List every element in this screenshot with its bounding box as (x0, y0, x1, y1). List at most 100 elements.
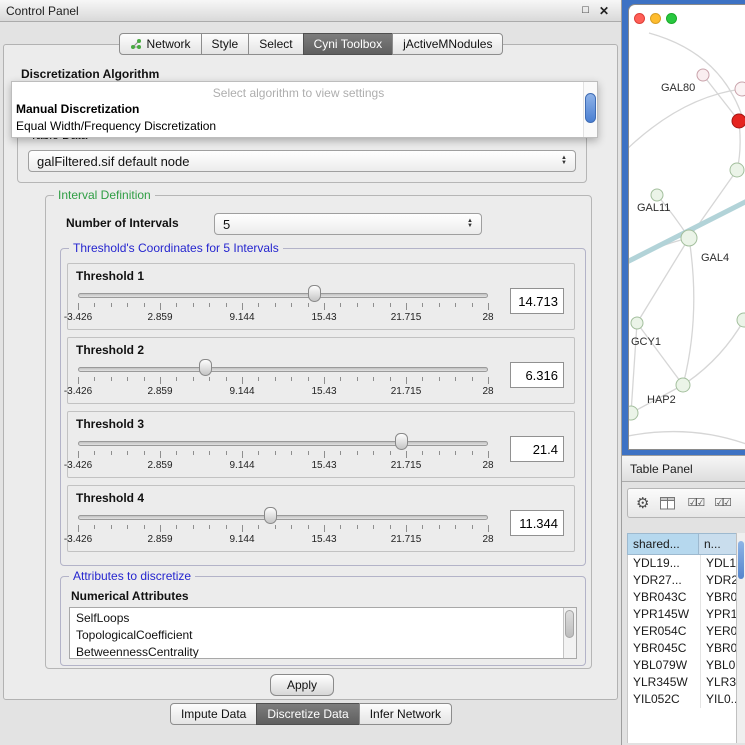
table-row[interactable]: YPR145WYPR1... (628, 606, 737, 623)
close-icon[interactable]: ✕ (599, 5, 609, 17)
table-data-group: Table Data galFiltered.sif default node … (17, 135, 587, 183)
popup-scrollbar[interactable] (583, 82, 597, 137)
table-row[interactable]: YDL19...YDL1... (628, 555, 737, 572)
tab-network[interactable]: Network (119, 33, 202, 55)
tab-cyni-toolbox[interactable]: Cyni Toolbox (303, 33, 393, 55)
tab-impute-data[interactable]: Impute Data (170, 703, 257, 725)
number-of-intervals-label: Number of Intervals (66, 216, 179, 230)
threshold-list: Threshold 1 -3.4262.8599.14415.4321.7152… (61, 249, 585, 552)
column-header-name[interactable]: n... (699, 533, 737, 555)
apply-button[interactable]: Apply (270, 674, 334, 696)
popup-option-equal-width-frequency[interactable]: Equal Width/Frequency Discretization (16, 118, 581, 135)
network-node[interactable] (676, 378, 690, 392)
threshold-value-field[interactable]: 6.316 (510, 362, 564, 388)
number-of-intervals-value: 5 (223, 217, 230, 232)
table-panel-title: Table Panel (630, 462, 693, 476)
slider-ticks (78, 525, 488, 533)
table-row[interactable]: YLR345WYLR3... (628, 674, 737, 691)
attributes-legend: Attributes to discretize (69, 569, 195, 583)
tab-select[interactable]: Select (248, 33, 303, 55)
tab-label: Infer Network (370, 707, 441, 721)
threshold-block: Threshold 3 -3.4262.8599.14415.4321.7152… (67, 411, 575, 478)
numerical-attributes-label: Numerical Attributes (71, 589, 189, 603)
attribute-item[interactable]: BetweennessCentrality (70, 644, 576, 659)
network-tab-icon (130, 38, 142, 50)
control-panel-titlebar[interactable]: Control Panel □ ✕ (0, 0, 621, 22)
slider-scale: -3.4262.8599.14415.4321.71528 (78, 386, 488, 398)
table-row[interactable]: YBR045CYBR0... (628, 640, 737, 657)
gear-icon[interactable]: ⚙ (636, 496, 649, 511)
tab-style[interactable]: Style (201, 33, 250, 55)
table-toolbar: ⚙ ☑☑ ☑☑ (627, 488, 745, 518)
attribute-item[interactable]: TopologicalCoefficient (70, 627, 576, 644)
table-row[interactable]: YBR043CYBR0... (628, 589, 737, 606)
algorithm-dropdown-popup: Select algorithm to view settings Manual… (11, 81, 598, 138)
network-node[interactable] (732, 114, 745, 128)
tab-label: Select (259, 37, 292, 51)
network-node-label: GCY1 (631, 336, 661, 348)
attribute-list-scrollbar-thumb[interactable] (565, 610, 574, 638)
attribute-list-scrollbar[interactable] (563, 608, 576, 658)
network-node[interactable] (697, 69, 709, 81)
attribute-item[interactable]: SelfLoops (70, 610, 576, 627)
network-node[interactable] (651, 189, 663, 201)
threshold-value-field[interactable]: 11.344 (510, 510, 564, 536)
table-scrollbar[interactable] (736, 533, 745, 743)
popup-scrollbar-thumb[interactable] (585, 93, 596, 123)
threshold-slider[interactable]: -3.4262.8599.14415.4321.71528 (76, 507, 494, 551)
threshold-block: Threshold 4 -3.4262.8599.14415.4321.7152… (67, 485, 575, 552)
slider-handle[interactable] (308, 285, 321, 302)
threshold-value-field[interactable]: 21.4 (510, 436, 564, 462)
slider-handle[interactable] (395, 433, 408, 450)
network-edge (629, 89, 742, 155)
attribute-list[interactable]: SelfLoopsTopologicalCoefficientBetweenne… (69, 607, 577, 659)
table-scrollbar-thumb[interactable] (738, 541, 744, 579)
network-node[interactable] (737, 313, 745, 327)
table-data-combobox[interactable]: galFiltered.sif default node ▲▼ (28, 150, 576, 172)
combobox-arrows-icon: ▲▼ (467, 219, 473, 229)
slider-handle-area (78, 359, 488, 377)
network-node[interactable] (681, 230, 697, 246)
table-row[interactable]: YER054CYER0... (628, 623, 737, 640)
number-of-intervals-combobox[interactable]: 5 ▲▼ (214, 213, 482, 235)
table-header: shared... n... (627, 533, 737, 555)
table-rows: YDL19...YDL1...YDR27...YDR2...YBR043CYBR… (627, 555, 737, 743)
columns-icon[interactable] (660, 497, 676, 510)
table-row[interactable]: YDR27...YDR2... (628, 572, 737, 589)
network-node[interactable] (735, 82, 745, 96)
bottom-tab-bar: Impute Data Discretize Data Infer Networ… (0, 703, 622, 725)
slider-scale: -3.4262.8599.14415.4321.71528 (78, 460, 488, 472)
network-view[interactable]: GAL80GAL11GAL4GCY1HAP2 (622, 0, 745, 455)
slider-handle[interactable] (264, 507, 277, 524)
threshold-block: Threshold 1 -3.4262.8599.14415.4321.7152… (67, 263, 575, 330)
threshold-slider[interactable]: -3.4262.8599.14415.4321.71528 (76, 359, 494, 403)
combobox-arrows-icon: ▲▼ (561, 156, 567, 166)
threshold-slider[interactable]: -3.4262.8599.14415.4321.71528 (76, 433, 494, 477)
network-node-label: GAL80 (661, 82, 695, 94)
network-node-label: HAP2 (647, 394, 676, 406)
column-header-shared-name[interactable]: shared... (627, 533, 699, 555)
attributes-group: Attributes to discretize Numerical Attri… (60, 576, 586, 666)
table-row[interactable]: YIL052CYIL0... (628, 691, 737, 708)
slider-handle-area (78, 285, 488, 303)
undock-icon[interactable]: □ (582, 5, 589, 16)
tab-discretize-data[interactable]: Discretize Data (256, 703, 359, 725)
network-node[interactable] (631, 317, 643, 329)
tab-infer-network[interactable]: Infer Network (359, 703, 452, 725)
tab-jactivemnodules[interactable]: jActiveMNodules (392, 33, 503, 55)
table-row[interactable]: YBL079WYBL0... (628, 657, 737, 674)
select-all-columns-icon[interactable]: ☑☑ (714, 498, 730, 509)
table-panel-titlebar[interactable]: Table Panel (622, 455, 745, 482)
network-edge (637, 323, 683, 385)
network-canvas[interactable]: GAL80GAL11GAL4GCY1HAP2 (629, 5, 745, 451)
select-all-rows-icon[interactable]: ☑☑ (687, 498, 703, 509)
network-node[interactable] (629, 406, 638, 420)
tab-label: Impute Data (181, 707, 246, 721)
tab-label: Style (212, 37, 239, 51)
slider-handle[interactable] (199, 359, 212, 376)
network-node[interactable] (730, 163, 744, 177)
threshold-value-field[interactable]: 14.713 (510, 288, 564, 314)
popup-option-manual-discretization[interactable]: Manual Discretization (16, 101, 581, 118)
screen: Control Panel □ ✕ Network Style Select C… (0, 0, 745, 745)
threshold-slider[interactable]: -3.4262.8599.14415.4321.71528 (76, 285, 494, 329)
